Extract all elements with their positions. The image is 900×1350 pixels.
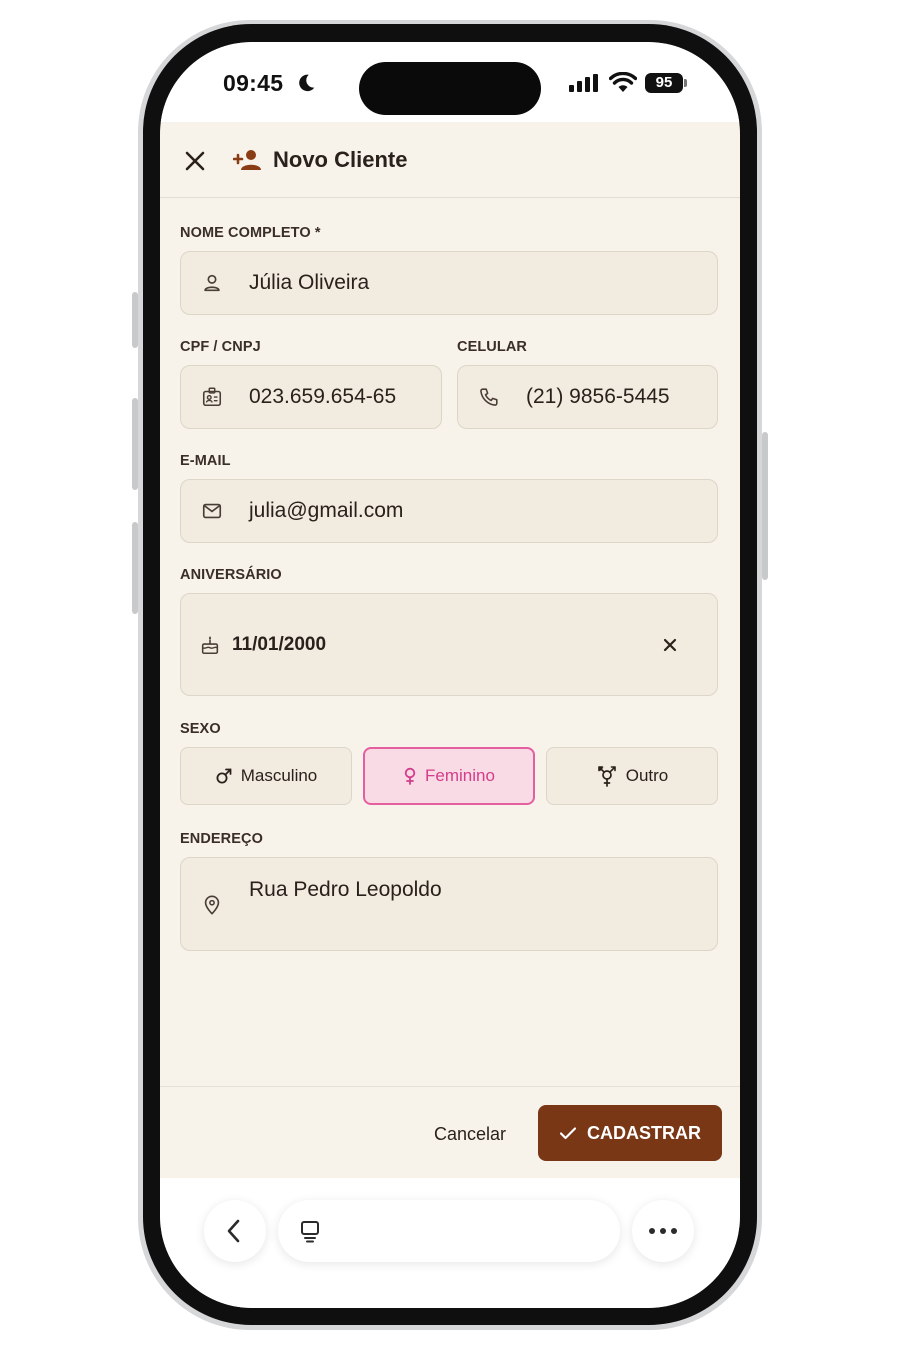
sexo-option-label: Outro (625, 766, 669, 785)
sexo-option-label: Masculino (240, 766, 318, 785)
status-bar: 09:45 95 (160, 42, 740, 122)
clear-icon[interactable] (661, 636, 679, 654)
aniversario-field[interactable]: 11/01/2000 (180, 593, 718, 696)
sexo-label: SEXO (180, 721, 221, 737)
battery-tip (684, 79, 687, 87)
more-button[interactable] (632, 1200, 694, 1262)
address-bar[interactable] (278, 1200, 620, 1262)
dialog-footer: Cancelar CADASTRAR (160, 1086, 740, 1178)
page-title: Novo Cliente (273, 147, 408, 172)
aniversario-label: ANIVERSÁRIO (180, 567, 282, 583)
moon-icon (299, 74, 315, 92)
phone-icon (480, 388, 498, 406)
sexo-option-outro[interactable]: Outro (546, 747, 718, 805)
cadastrar-label: CADASTRAR (587, 1122, 701, 1143)
status-time: 09:45 (223, 70, 284, 96)
cancel-button[interactable]: Cancelar (434, 1124, 506, 1145)
check-icon (559, 1127, 577, 1140)
add-person-icon (233, 150, 261, 170)
cadastrar-button[interactable]: CADASTRAR (538, 1105, 722, 1161)
dynamic-island (359, 62, 541, 115)
person-icon (204, 274, 220, 292)
transgender-icon (597, 766, 616, 787)
location-pin-icon (204, 895, 220, 915)
cpf-value: 023.659.654-65 (249, 385, 397, 408)
close-icon[interactable] (182, 148, 208, 174)
cellular-signal-icon (569, 74, 598, 92)
volume-down-button (132, 522, 138, 614)
back-icon (227, 1219, 240, 1243)
sexo-option-feminino[interactable]: Feminino (363, 747, 535, 805)
id-card-icon (202, 387, 222, 407)
email-label: E-MAIL (180, 453, 231, 469)
mute-switch (132, 292, 138, 348)
screen: 09:45 95 Novo Cliente NOME COMPLETO * Jú… (160, 42, 740, 1308)
nome-label: NOME COMPLETO * (180, 225, 321, 241)
cake-icon (201, 635, 219, 654)
email-value: julia@gmail.com (249, 499, 404, 522)
celular-value: (21) 9856-5445 (526, 385, 670, 408)
sexo-option-label: Feminino (425, 766, 495, 785)
wifi-icon (609, 72, 637, 92)
battery-indicator: 95 (645, 73, 683, 93)
cpf-field[interactable]: 023.659.654-65 (180, 365, 442, 429)
endereco-field[interactable]: Rua Pedro Leopoldo (180, 857, 718, 951)
celular-label: CELULAR (457, 339, 527, 355)
email-field[interactable]: julia@gmail.com (180, 479, 718, 543)
male-icon (216, 768, 232, 784)
aniversario-value: 11/01/2000 (232, 633, 327, 655)
mail-icon (202, 503, 222, 519)
browser-toolbar (160, 1178, 740, 1308)
cpf-label: CPF / CNPJ (180, 339, 261, 355)
sexo-option-masculino[interactable]: Masculino (180, 747, 352, 805)
female-icon (404, 767, 416, 785)
back-button[interactable] (204, 1200, 266, 1262)
endereco-label: ENDEREÇO (180, 831, 263, 847)
volume-up-button (132, 398, 138, 490)
celular-field[interactable]: (21) 9856-5445 (457, 365, 718, 429)
power-button (762, 432, 768, 580)
endereco-value: Rua Pedro Leopoldo (249, 878, 442, 901)
nome-field[interactable]: Júlia Oliveira (180, 251, 718, 315)
nome-value: Júlia Oliveira (249, 271, 370, 294)
dialog-header: Novo Cliente (160, 122, 740, 198)
tabs-icon (301, 1221, 319, 1243)
more-icon (649, 1228, 677, 1234)
